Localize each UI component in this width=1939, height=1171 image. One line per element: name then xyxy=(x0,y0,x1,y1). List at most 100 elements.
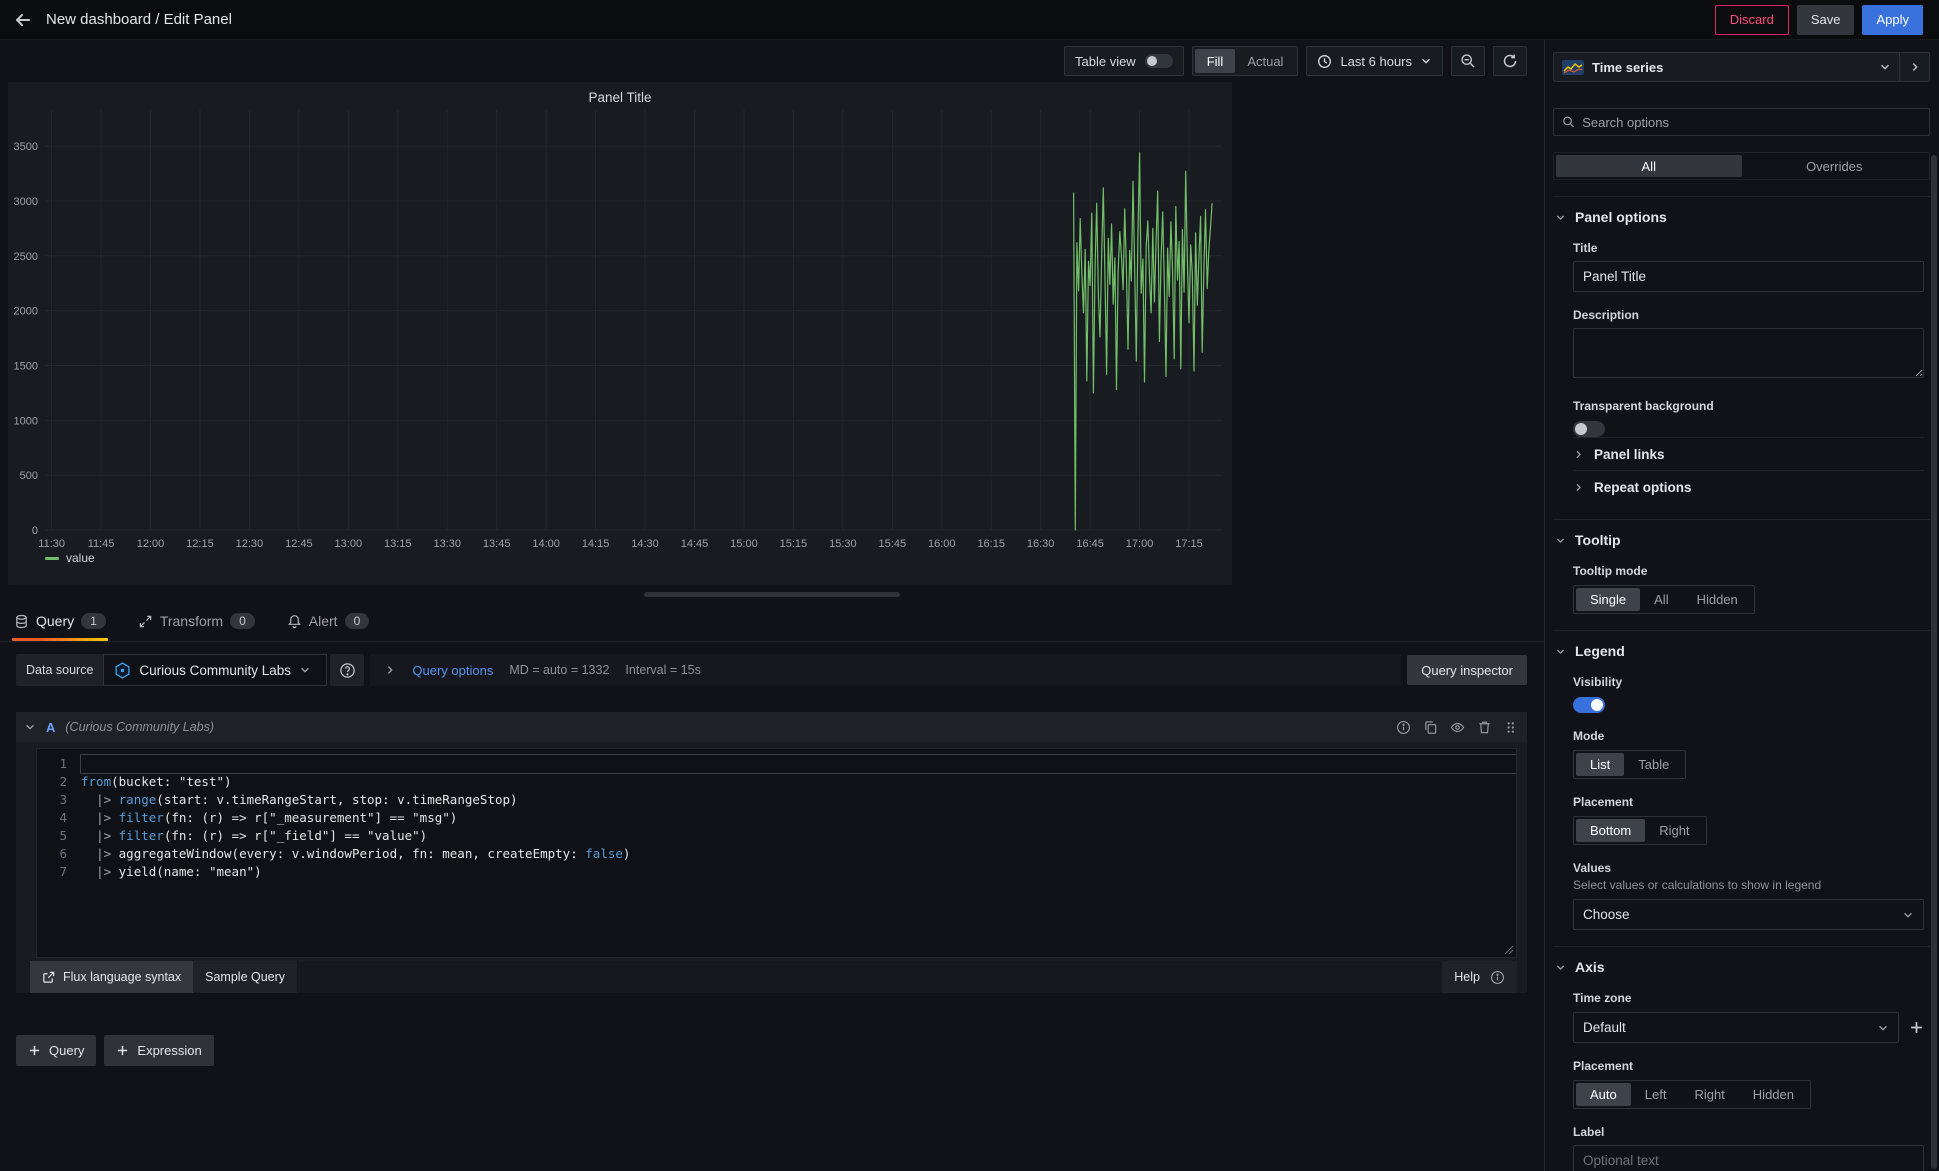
option-single[interactable]: Single xyxy=(1576,588,1640,611)
chevron-right-icon[interactable] xyxy=(384,664,396,676)
add-query-button[interactable]: Query xyxy=(16,1035,96,1066)
visualization-name: Time series xyxy=(1592,60,1871,75)
save-button[interactable]: Save xyxy=(1797,5,1855,35)
datasource-help-button[interactable] xyxy=(330,654,364,686)
table-view-label: Table view xyxy=(1075,54,1136,69)
table-view-toggle[interactable] xyxy=(1145,54,1173,68)
sample-query-button[interactable]: Sample Query xyxy=(193,961,297,993)
query-inspector-button[interactable]: Query inspector xyxy=(1407,655,1527,685)
tab-transform[interactable]: Transform 0 xyxy=(136,613,257,641)
legend-values-placeholder: Choose xyxy=(1583,907,1902,922)
option-fill[interactable]: Fill xyxy=(1195,49,1236,73)
options-search-input[interactable] xyxy=(1582,115,1921,130)
option-all[interactable]: All xyxy=(1556,155,1742,177)
svg-text:3500: 3500 xyxy=(14,141,38,153)
repeat-options-section[interactable]: Repeat options xyxy=(1573,470,1924,503)
section-legend[interactable]: Legend xyxy=(1555,643,1930,659)
description-field-label: Description xyxy=(1573,308,1924,322)
code-line[interactable]: |> filter(fn: (r) => r["_field"] == "val… xyxy=(81,827,1516,845)
flux-code-editor[interactable]: 1234567 from(bucket: "test") |> range(st… xyxy=(36,748,1517,958)
visualization-picker: Time series xyxy=(1553,52,1930,82)
panel-links-section[interactable]: Panel links xyxy=(1573,437,1924,470)
svg-text:16:45: 16:45 xyxy=(1076,538,1104,550)
option-actual[interactable]: Actual xyxy=(1235,49,1295,73)
code-line[interactable]: |> aggregateWindow(every: v.windowPeriod… xyxy=(81,845,1516,863)
section-panel-options[interactable]: Panel options xyxy=(1555,209,1930,225)
option-list[interactable]: List xyxy=(1576,753,1624,776)
axis-placement-label: Placement xyxy=(1573,1059,1924,1073)
timezone-select[interactable]: Default xyxy=(1573,1012,1899,1043)
code-line[interactable]: |> range(start: v.timeRangeStart, stop: … xyxy=(81,791,1516,809)
add-expression-label: Expression xyxy=(137,1043,201,1058)
apply-button[interactable]: Apply xyxy=(1862,5,1923,35)
option-bottom[interactable]: Bottom xyxy=(1576,819,1645,842)
legend-series-label[interactable]: value xyxy=(66,551,95,565)
panel-title-input[interactable] xyxy=(1573,261,1924,292)
copy-icon[interactable] xyxy=(1423,720,1438,735)
transparent-bg-toggle[interactable] xyxy=(1573,421,1605,437)
back-button[interactable] xyxy=(0,0,46,40)
option-auto[interactable]: Auto xyxy=(1576,1083,1631,1106)
top-bar: New dashboard / Edit Panel Discard Save … xyxy=(0,0,1939,40)
option-hidden[interactable]: Hidden xyxy=(1683,588,1752,611)
collapse-pane-button[interactable] xyxy=(1899,53,1929,81)
legend-visibility-toggle[interactable] xyxy=(1573,697,1605,713)
axis-label-input[interactable] xyxy=(1573,1145,1924,1171)
discard-button[interactable]: Discard xyxy=(1715,5,1789,35)
legend-values-select[interactable]: Choose xyxy=(1573,899,1924,930)
external-link-icon xyxy=(42,971,55,984)
table-view-control: Table view xyxy=(1064,46,1184,76)
tab-alert[interactable]: Alert 0 xyxy=(285,613,371,641)
flux-syntax-button[interactable]: Flux language syntax xyxy=(30,961,193,993)
time-series-chart[interactable]: 050010001500200025003000350011:3011:4512… xyxy=(8,82,1232,585)
legend-series-swatch[interactable] xyxy=(45,557,59,560)
section-tooltip[interactable]: Tooltip xyxy=(1555,532,1930,548)
legend-placement-label: Placement xyxy=(1573,795,1924,809)
option-hidden[interactable]: Hidden xyxy=(1739,1083,1808,1106)
plus-icon xyxy=(28,1044,41,1057)
max-data-points: MD = auto = 1332 xyxy=(509,663,609,677)
panel-description-input[interactable] xyxy=(1573,328,1924,378)
code-line[interactable] xyxy=(81,755,1516,773)
zoom-out-button[interactable] xyxy=(1451,46,1485,76)
panel-links-title: Panel links xyxy=(1594,447,1665,462)
option-right[interactable]: Right xyxy=(1645,819,1703,842)
option-overrides[interactable]: Overrides xyxy=(1742,155,1928,177)
option-right[interactable]: Right xyxy=(1680,1083,1738,1106)
query-options-link[interactable]: Query options xyxy=(412,663,493,678)
time-range-label: Last 6 hours xyxy=(1340,54,1412,69)
option-all[interactable]: All xyxy=(1640,588,1682,611)
svg-text:11:30: 11:30 xyxy=(38,538,65,550)
datasource-picker[interactable]: Curious Community Labs xyxy=(103,654,327,686)
option-table[interactable]: Table xyxy=(1624,753,1683,776)
section-axis[interactable]: Axis xyxy=(1555,959,1930,975)
refresh-button[interactable] xyxy=(1493,46,1527,76)
chevron-down-icon[interactable] xyxy=(24,721,36,733)
tab-query[interactable]: Query 1 xyxy=(12,613,108,641)
visualization-select[interactable]: Time series xyxy=(1554,53,1899,81)
drag-handle-icon[interactable] xyxy=(1504,720,1517,735)
editor-resize-grip[interactable] xyxy=(1504,945,1514,955)
option-left[interactable]: Left xyxy=(1631,1083,1681,1106)
add-expression-button[interactable]: Expression xyxy=(104,1035,213,1066)
eye-icon[interactable] xyxy=(1450,720,1465,735)
svg-text:14:00: 14:00 xyxy=(532,538,560,550)
chevron-down-icon xyxy=(299,664,311,676)
options-scrollbar[interactable] xyxy=(1931,155,1937,1169)
fill-actual-group: FillActual xyxy=(1192,46,1299,76)
options-search[interactable] xyxy=(1553,108,1930,136)
help-button[interactable]: Help xyxy=(1442,961,1517,993)
code-line[interactable]: |> yield(name: "mean") xyxy=(81,863,1516,881)
code-content[interactable]: from(bucket: "test") |> range(start: v.t… xyxy=(81,749,1516,957)
grafana-edit-panel: New dashboard / Edit Panel Discard Save … xyxy=(0,0,1939,1171)
code-line[interactable]: |> filter(fn: (r) => r["_measurement"] =… xyxy=(81,809,1516,827)
chevron-down-icon xyxy=(1420,55,1432,67)
query-row-header[interactable]: A (Curious Community Labs) xyxy=(16,712,1527,742)
code-line[interactable]: from(bucket: "test") xyxy=(81,773,1516,791)
info-circle-icon[interactable] xyxy=(1396,720,1411,735)
svg-text:500: 500 xyxy=(20,470,38,482)
add-timezone-button[interactable] xyxy=(1909,1020,1924,1035)
interval: Interval = 15s xyxy=(625,663,700,677)
time-range-picker[interactable]: Last 6 hours xyxy=(1306,46,1443,76)
trash-icon[interactable] xyxy=(1477,720,1492,735)
